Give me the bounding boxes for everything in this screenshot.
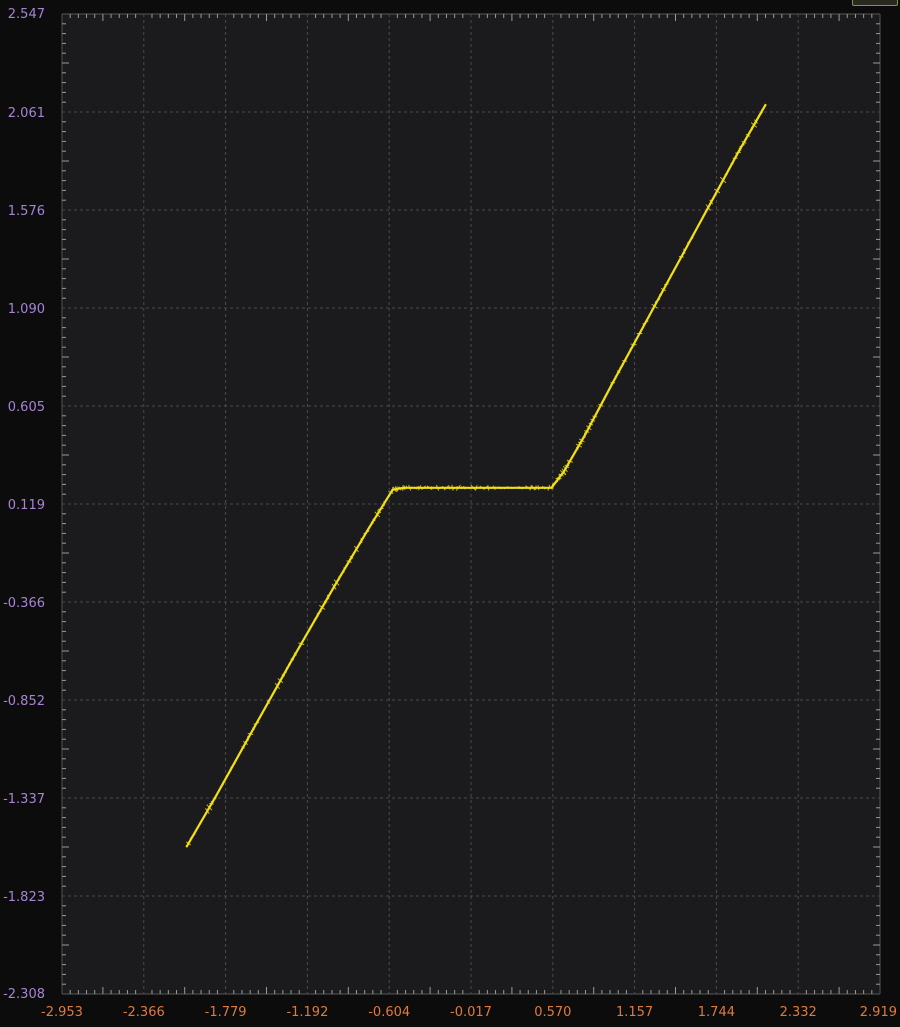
x-axis-labels: -2.953 -2.366 -1.779 -1.192 -0.604 -0.017 0.57… xyxy=(41,1005,897,1020)
y-tick-label: 2.547 xyxy=(8,7,45,22)
y-tick-label: 0.605 xyxy=(8,400,45,415)
x-tick-label: 0.570 xyxy=(534,1005,571,1020)
y-tick-label: -1.823 xyxy=(3,890,45,905)
x-tick-label: -1.779 xyxy=(205,1005,247,1020)
x-tick-label: 2.332 xyxy=(780,1005,817,1020)
y-tick-label: 2.061 xyxy=(8,106,45,121)
x-tick-label: -1.192 xyxy=(286,1005,328,1020)
x-tick-label: -0.604 xyxy=(368,1005,410,1020)
y-tick-label: -2.308 xyxy=(3,987,45,1002)
corner-button[interactable] xyxy=(852,0,898,6)
x-tick-label: -0.017 xyxy=(450,1005,492,1020)
chart: 2.547 2.061 1.576 1.090 0.605 0.119 -0.366 -0.8… xyxy=(3,7,897,1020)
y-tick-label: 1.576 xyxy=(8,204,45,219)
x-tick-label: -2.953 xyxy=(41,1005,83,1020)
x-tick-label: -2.366 xyxy=(123,1005,165,1020)
y-tick-label: -0.852 xyxy=(3,694,45,709)
y-tick-label: 1.090 xyxy=(8,302,45,317)
y-axis-labels: 2.547 2.061 1.576 1.090 0.605 0.119 -0.366 -0.8… xyxy=(3,7,45,1002)
x-tick-label: 2.919 xyxy=(860,1005,897,1020)
x-tick-label: 1.744 xyxy=(698,1005,735,1020)
y-tick-label: -1.337 xyxy=(3,792,45,807)
y-tick-label: -0.366 xyxy=(3,596,45,611)
y-tick-label: 0.119 xyxy=(8,498,45,513)
x-tick-label: 1.157 xyxy=(616,1005,653,1020)
